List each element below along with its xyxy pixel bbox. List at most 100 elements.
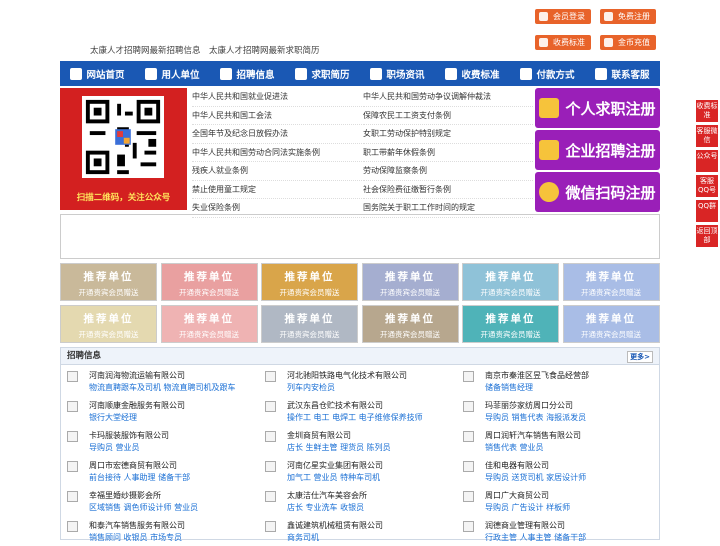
law-link[interactable]: 社会保险费征缴暂行条例 xyxy=(363,181,533,199)
law-link[interactable]: 职工带薪年休假条例 xyxy=(363,144,533,162)
nav-price[interactable]: 收费标准 xyxy=(435,61,510,86)
recommend-tile[interactable]: 推荐单位 开通贵宾会员赠送 xyxy=(261,305,358,343)
nav-home[interactable]: 网站首页 xyxy=(60,61,135,86)
job-entry[interactable]: 周口润轩汽车销售有限公司 销售代表 营业员 xyxy=(457,428,652,456)
job-links[interactable]: 前台接待 人事助理 储备干部 xyxy=(89,472,190,483)
job-entry[interactable]: 幸福里婚纱摄影会所 区域销售 调色师设计师 营业员 xyxy=(61,488,256,516)
job-links[interactable]: 导购员 销售代表 海报派发员 xyxy=(485,412,586,423)
recommend-tile[interactable]: 推荐单位 开通贵宾会员赠送 xyxy=(462,263,559,301)
law-link[interactable]: 全国年节及纪念日放假办法 xyxy=(192,125,362,144)
register-button[interactable]: 免费注册 xyxy=(600,9,656,24)
job-entry[interactable]: 河北驰阳铁路电气化技术有限公司 列车内安检员 xyxy=(259,368,454,396)
nav-payment[interactable]: 付款方式 xyxy=(510,61,585,86)
price-button[interactable]: 收费标准 xyxy=(535,35,591,50)
banner-image[interactable] xyxy=(60,214,660,259)
recommend-tile[interactable]: 推荐单位 开通贵宾会员赠送 xyxy=(562,263,660,301)
law-link[interactable]: 中华人民共和国就业促进法 xyxy=(192,88,362,107)
job-links[interactable]: 列车内安检员 xyxy=(287,382,335,393)
job-entry[interactable]: 河南顺康金融服务有限公司 银行大堂经理 xyxy=(61,398,256,426)
job-entry[interactable]: 南京市秦淮区昱飞食品经营部 储备销售经理 xyxy=(457,368,652,396)
recommend-tile[interactable]: 推荐单位 开通贵宾会员赠送 xyxy=(462,305,559,343)
side-button[interactable]: 收费标准 xyxy=(696,100,718,122)
company-name[interactable]: 河南顺康金融服务有限公司 xyxy=(89,400,185,411)
company-name[interactable]: 玛菲丽莎家纺周口分公司 xyxy=(485,400,573,411)
job-links[interactable]: 区域销售 调色师设计师 营业员 xyxy=(89,502,198,513)
job-entry[interactable]: 河南亿星实业集团有限公司 加气工 营业员 特种车司机 xyxy=(259,458,454,486)
job-links[interactable]: 导购员 营业员 xyxy=(89,442,140,453)
law-link[interactable]: 残疾人就业条例 xyxy=(192,162,362,181)
company-name[interactable]: 周口广大商贸公司 xyxy=(485,490,549,501)
nav-recruit[interactable]: 招聘信息 xyxy=(210,61,285,86)
company-name[interactable]: 河北驰阳铁路电气化技术有限公司 xyxy=(287,370,407,381)
login-button[interactable]: 会员登录 xyxy=(535,9,591,24)
side-button[interactable]: 客服微信 xyxy=(696,125,718,147)
job-links[interactable]: 导购员 广告设计 样板师 xyxy=(485,502,570,513)
job-links[interactable]: 加气工 营业员 特种车司机 xyxy=(287,472,380,483)
law-link[interactable]: 禁止使用童工规定 xyxy=(192,181,362,199)
job-links[interactable]: 销售代表 营业员 xyxy=(485,442,544,453)
job-entry[interactable]: 河南润海物流运输有限公司 物流直聘跟车及司机 物流直聘司机及跟车 xyxy=(61,368,256,396)
company-name[interactable]: 鑫诚建筑机械租赁有限公司 xyxy=(287,520,383,531)
recharge-button[interactable]: 金币充值 xyxy=(600,35,656,50)
recommend-tile[interactable]: 推荐单位 开通贵宾会员赠送 xyxy=(160,305,258,343)
recommend-tile[interactable]: 推荐单位 开通贵宾会员赠送 xyxy=(261,263,358,301)
recommend-tile[interactable]: 推荐单位 开通贵宾会员赠送 xyxy=(60,263,157,301)
recommend-tile[interactable]: 推荐单位 开通贵宾会员赠送 xyxy=(160,263,258,301)
job-links[interactable]: 导购员 送货司机 家居设计师 xyxy=(485,472,586,483)
job-links[interactable]: 储备销售经理 xyxy=(485,382,533,393)
side-button[interactable]: QQ群 xyxy=(696,200,718,222)
side-button[interactable]: 返回顶部 xyxy=(696,225,718,247)
law-link[interactable]: 中华人民共和国劳动争议调解仲裁法 xyxy=(363,88,533,107)
company-name[interactable]: 润德商业管理有限公司 xyxy=(485,520,565,531)
job-links[interactable]: 行政主管 人事主管 储备干部 xyxy=(485,532,586,543)
company-name[interactable]: 卡玛服装服饰有限公司 xyxy=(89,430,169,441)
recommend-tile[interactable]: 推荐单位 开通贵宾会员赠送 xyxy=(361,263,459,301)
nav-news[interactable]: 职场资讯 xyxy=(360,61,435,86)
nav-employers[interactable]: 用人单位 xyxy=(135,61,210,86)
job-links[interactable]: 操作工 电工 电焊工 电子维修保养技师 xyxy=(287,412,423,423)
law-link[interactable]: 中华人民共和国劳动合同法实施条例 xyxy=(192,144,362,162)
recommend-tile[interactable]: 推荐单位 开通贵宾会员赠送 xyxy=(562,305,660,343)
job-links[interactable]: 店长 专业洗车 收银员 xyxy=(287,502,364,513)
side-button[interactable]: 公众号 xyxy=(696,150,718,172)
recommend-tile[interactable]: 推荐单位 开通贵宾会员赠送 xyxy=(361,305,459,343)
job-entry[interactable]: 卡玛服装服饰有限公司 导购员 营业员 xyxy=(61,428,256,456)
company-name[interactable]: 河南润海物流运输有限公司 xyxy=(89,370,185,381)
company-name[interactable]: 金圳商贸有限公司 xyxy=(287,430,351,441)
more-link[interactable]: 更多> xyxy=(627,351,653,363)
job-entry[interactable]: 和泰汽车销售服务有限公司 销售顾问 收银员 市场专员 xyxy=(61,518,256,546)
nav-service[interactable]: 联系客服 xyxy=(585,61,660,86)
side-button[interactable]: 客服QQ号 xyxy=(696,175,718,197)
job-links[interactable]: 银行大堂经理 xyxy=(89,412,137,423)
law-link[interactable]: 劳动保障监察条例 xyxy=(363,162,533,181)
law-link[interactable]: 女职工劳动保护特别规定 xyxy=(363,125,533,144)
job-links[interactable]: 物流直聘跟车及司机 物流直聘司机及跟车 xyxy=(89,382,236,393)
law-link[interactable]: 保障农民工工资支付条例 xyxy=(363,107,533,125)
job-entry[interactable]: 太康洁仕汽车美容会所 店长 专业洗车 收银员 xyxy=(259,488,454,516)
wechat-register-button[interactable]: 微信扫码注册 xyxy=(535,172,660,212)
company-name[interactable]: 周口润轩汽车销售有限公司 xyxy=(485,430,581,441)
job-entry[interactable]: 润德商业管理有限公司 行政主管 人事主管 储备干部 xyxy=(457,518,652,546)
nav-resume[interactable]: 求职简历 xyxy=(285,61,360,86)
job-entry[interactable]: 武汉东昌仓贮技术有限公司 操作工 电工 电焊工 电子维修保养技师 xyxy=(259,398,454,426)
job-entry[interactable]: 佳和电器有限公司 导购员 送货司机 家居设计师 xyxy=(457,458,652,486)
job-entry[interactable]: 周口广大商贸公司 导购员 广告设计 样板师 xyxy=(457,488,652,516)
company-name[interactable]: 河南亿星实业集团有限公司 xyxy=(287,460,383,471)
job-seeker-register-button[interactable]: 个人求职注册 xyxy=(535,88,660,128)
job-entry[interactable]: 玛菲丽莎家纺周口分公司 导购员 销售代表 海报派发员 xyxy=(457,398,652,426)
job-links[interactable]: 销售顾问 收银员 市场专员 xyxy=(89,532,182,543)
company-name[interactable]: 武汉东昌仓贮技术有限公司 xyxy=(287,400,383,411)
job-entry[interactable]: 周口市宏德商贸有限公司 前台接待 人事助理 储备干部 xyxy=(61,458,256,486)
company-name[interactable]: 佳和电器有限公司 xyxy=(485,460,549,471)
company-name[interactable]: 周口市宏德商贸有限公司 xyxy=(89,460,177,471)
recommend-tile[interactable]: 推荐单位 开通贵宾会员赠送 xyxy=(60,305,157,343)
company-name[interactable]: 太康洁仕汽车美容会所 xyxy=(287,490,367,501)
company-name[interactable]: 和泰汽车销售服务有限公司 xyxy=(89,520,185,531)
employer-register-button[interactable]: 企业招聘注册 xyxy=(535,130,660,170)
job-links[interactable]: 商务司机 xyxy=(287,532,319,543)
law-link[interactable]: 中华人民共和国工会法 xyxy=(192,107,362,125)
company-name[interactable]: 南京市秦淮区昱飞食品经营部 xyxy=(485,370,589,381)
job-links[interactable]: 店长 生鲜主管 理货员 陈列员 xyxy=(287,442,391,453)
job-entry[interactable]: 鑫诚建筑机械租赁有限公司 商务司机 xyxy=(259,518,454,546)
job-entry[interactable]: 金圳商贸有限公司 店长 生鲜主管 理货员 陈列员 xyxy=(259,428,454,456)
